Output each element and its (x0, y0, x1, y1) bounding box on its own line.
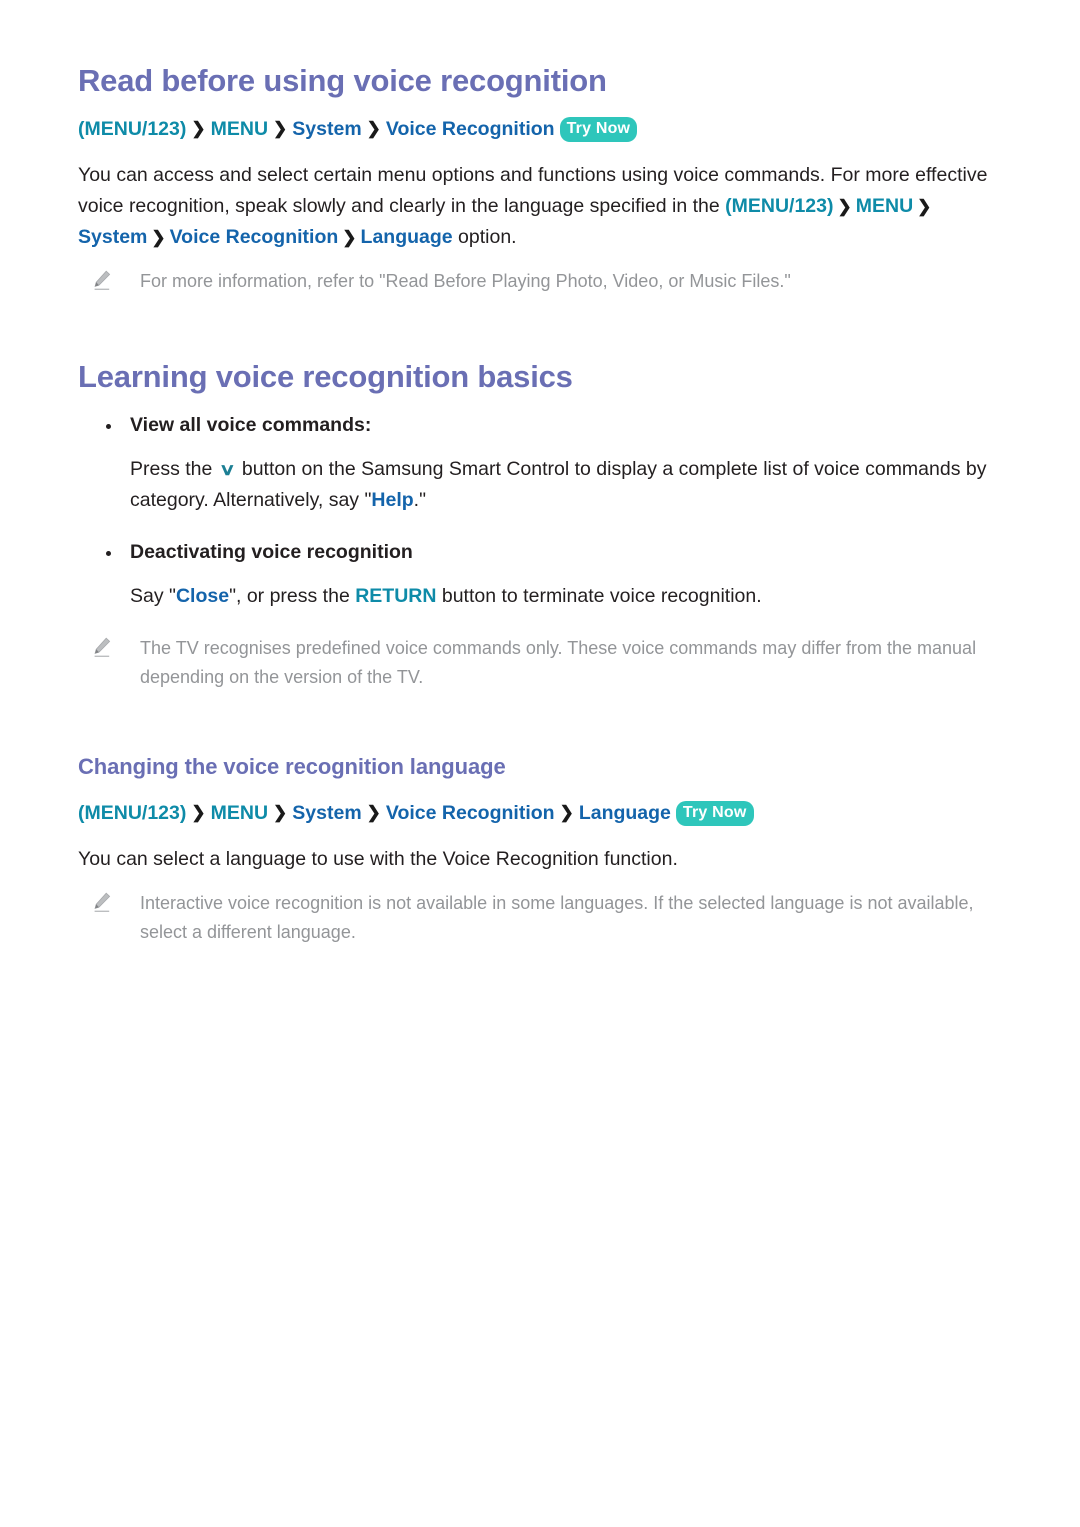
chevron-right-icon: ❯ (366, 802, 381, 822)
breadcrumb-item-system[interactable]: System (292, 118, 361, 140)
section-title-learning-basics: Learning voice recognition basics (78, 358, 573, 394)
breadcrumb-item-system[interactable]: System (292, 802, 361, 824)
button-return[interactable]: RETURN (355, 585, 436, 607)
view-commands-text-mid: button on the Samsung Smart Control to d… (130, 458, 987, 511)
breadcrumb-item-language[interactable]: Language (579, 802, 671, 824)
chevron-right-icon: ❯ (342, 228, 357, 248)
section-changing-voice-recognition-language: Changing the voice recognition language … (78, 753, 1008, 946)
voice-command-close[interactable]: Close (176, 585, 229, 607)
view-commands-paragraph: Press the ∨ button on the Samsung Smart … (130, 454, 1008, 516)
try-now-badge[interactable]: Try Now (559, 117, 638, 143)
try-now-badge[interactable]: Try Now (675, 800, 754, 826)
note-row: Interactive voice recognition is not ava… (78, 889, 1008, 947)
intro-paragraph: You can access and select certain menu o… (78, 160, 1008, 252)
pencil-icon (92, 892, 112, 914)
inline-path-system[interactable]: System (78, 226, 147, 248)
inline-path-language[interactable]: Language (361, 226, 453, 248)
chevron-right-icon: ❯ (191, 802, 206, 822)
inline-path-menu123[interactable]: (MENU/123) (725, 195, 833, 217)
breadcrumb-item-voice-recognition[interactable]: Voice Recognition (386, 118, 555, 140)
section-read-before-voice-recognition: Read before using voice recognition (MEN… (78, 62, 1008, 296)
note-text: Interactive voice recognition is not ava… (140, 892, 974, 942)
section-learning-voice-recognition-basics: Learning voice recognition basics View a… (78, 358, 1008, 692)
breadcrumb-item-voice-recognition[interactable]: Voice Recognition (386, 802, 555, 824)
pencil-icon (92, 270, 112, 292)
intro-paragraph-tail: option. (452, 226, 517, 249)
inline-path-menu[interactable]: MENU (856, 195, 913, 217)
breadcrumb-item-menu[interactable]: MENU (211, 802, 268, 824)
note-row: For more information, refer to "Read Bef… (78, 267, 1008, 296)
chevron-right-icon: ❯ (366, 119, 381, 139)
section-title-changing-language: Changing the voice recognition language (78, 754, 506, 780)
chevron-right-icon: ❯ (917, 197, 932, 217)
voice-basics-list: View all voice commands: (78, 411, 1008, 440)
deactivating-text-before: Say " (130, 584, 176, 607)
document-page: Read before using voice recognition (MEN… (0, 0, 1080, 1527)
note-row: The TV recognises predefined voice comma… (78, 634, 1008, 692)
voice-deactivate-list: Deactivating voice recognition (78, 538, 1008, 567)
changing-language-paragraph: You can select a language to use with th… (78, 848, 678, 871)
inline-path-voice-recognition[interactable]: Voice Recognition (170, 226, 339, 248)
chevron-right-icon: ❯ (151, 228, 166, 248)
deactivating-paragraph: Say "Close", or press the RETURN button … (130, 581, 1008, 612)
view-commands-text-before: Press the (130, 458, 218, 481)
chevron-right-icon: ❯ (559, 802, 574, 822)
page-title: Read before using voice recognition (78, 63, 607, 98)
breadcrumb-item-menu[interactable]: MENU (211, 118, 268, 140)
note-text: For more information, refer to "Read Bef… (140, 270, 791, 291)
breadcrumb-item-menu123[interactable]: (MENU/123) (78, 118, 186, 140)
chevron-right-icon: ❯ (273, 802, 288, 822)
voice-command-help[interactable]: Help (371, 489, 413, 511)
chevron-right-icon: ❯ (273, 119, 288, 139)
list-item: View all voice commands: (78, 411, 1008, 440)
chevron-right-icon: ❯ (837, 197, 852, 217)
view-commands-text-after: ." (413, 488, 426, 511)
deactivating-text-after: button to terminate voice recognition. (436, 584, 762, 607)
chevron-right-icon: ❯ (191, 119, 206, 139)
breadcrumb-language: (MENU/123) ❯ MENU ❯ System ❯ Voice Recognition… (78, 799, 1008, 828)
pencil-icon (92, 637, 112, 659)
breadcrumb-item-menu123[interactable]: (MENU/123) (78, 802, 186, 824)
list-item: Deactivating voice recognition (78, 538, 1008, 567)
deactivating-text-mid: ", or press the (229, 584, 356, 607)
note-text: The TV recognises predefined voice comma… (140, 637, 977, 687)
breadcrumb-voice-recognition: (MENU/123) ❯ MENU ❯ System ❯ Voice Recognition… (78, 115, 1008, 144)
chevron-down-icon: ∨ (218, 461, 236, 480)
